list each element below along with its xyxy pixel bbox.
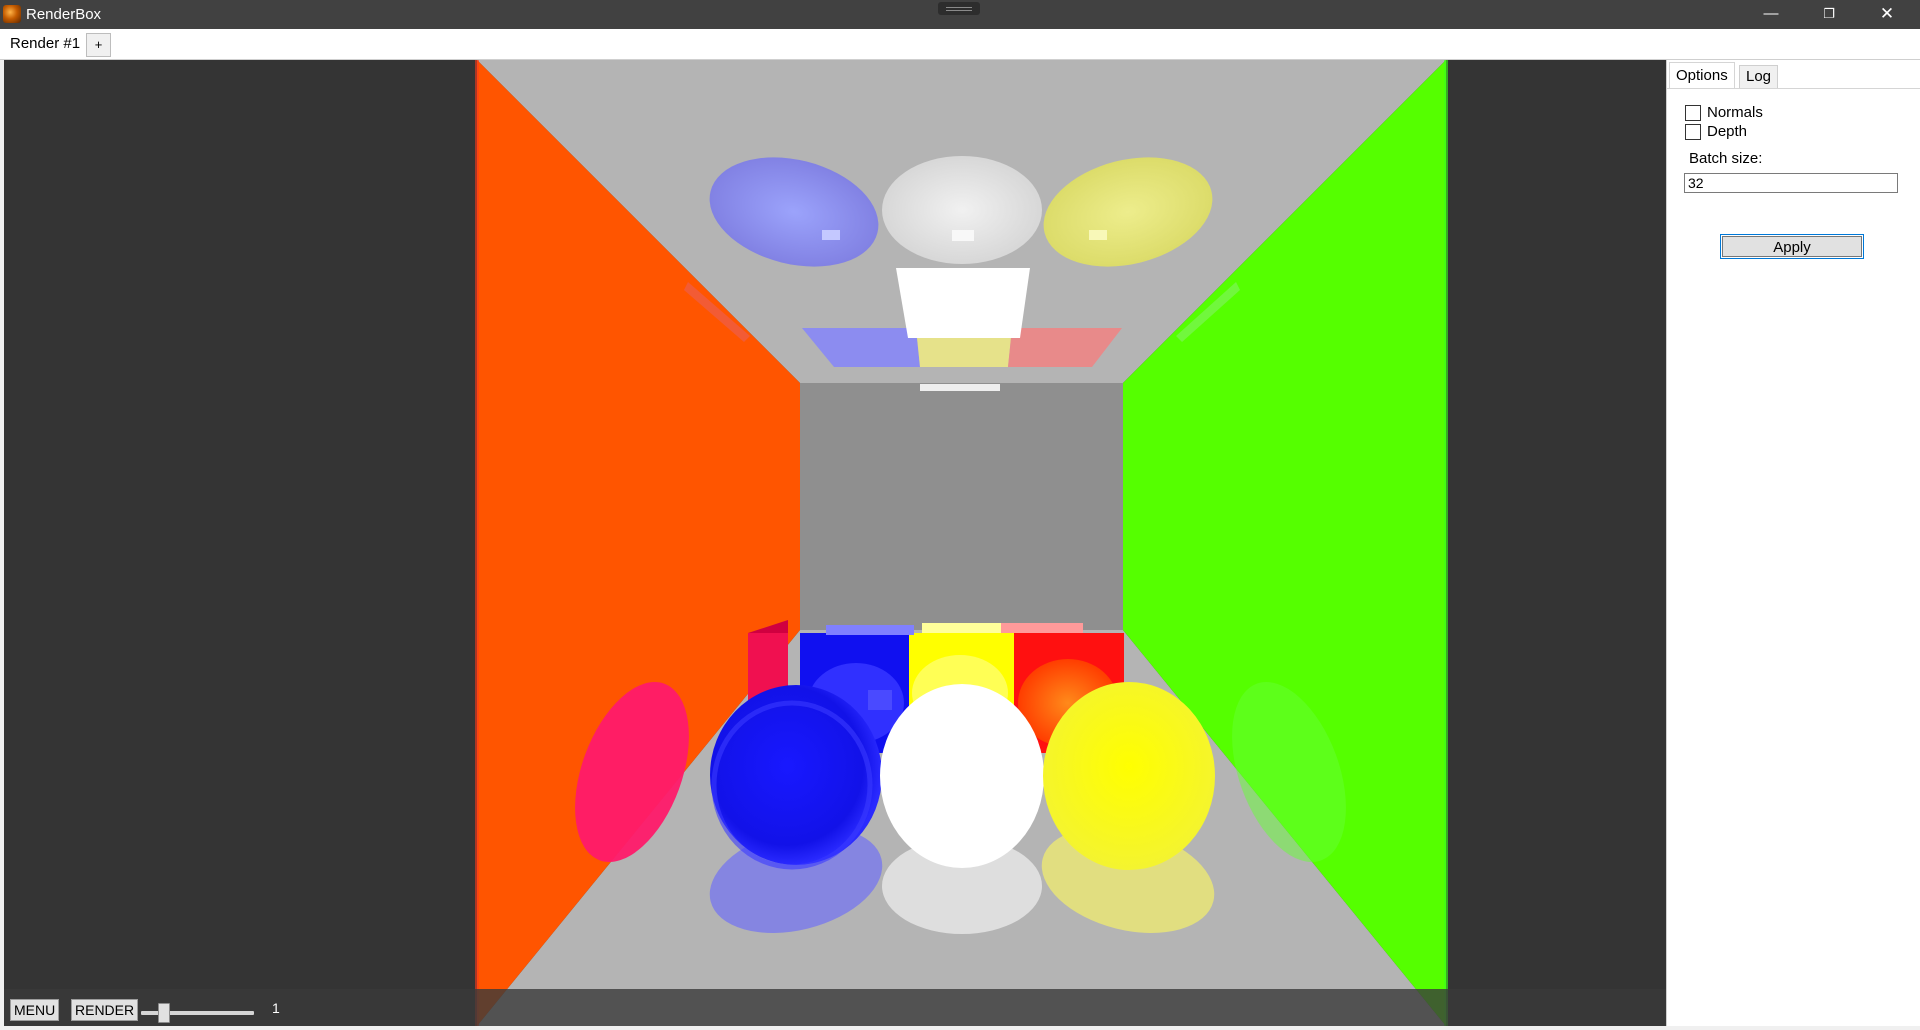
drag-handle[interactable] <box>938 2 980 15</box>
close-button[interactable]: ✕ <box>1858 0 1916 29</box>
title-bar[interactable]: RenderBox — ❐ ✕ <box>0 0 1920 29</box>
tab-render-1[interactable]: Render #1 <box>3 31 88 57</box>
tab-log[interactable]: Log <box>1739 65 1779 89</box>
window-title: RenderBox <box>26 6 102 23</box>
maximize-button[interactable]: ❐ <box>1800 0 1858 29</box>
batch-size-input[interactable] <box>1684 173 1898 193</box>
sample-slider-thumb[interactable] <box>158 1003 170 1023</box>
tab-options[interactable]: Options <box>1669 62 1735 88</box>
document-tab-bar: Render #1 + <box>0 29 1920 60</box>
normals-label: Normals <box>1707 104 1763 121</box>
app-icon <box>3 5 21 23</box>
render-button[interactable]: RENDER <box>71 999 139 1021</box>
batch-size-label: Batch size: <box>1689 150 1763 167</box>
back-wall <box>800 383 1123 630</box>
slider-value: 1 <box>272 1000 280 1016</box>
depth-label: Depth <box>1707 123 1748 140</box>
options-panel: Options Log Normals Depth Batch size: Ap… <box>1666 60 1920 1026</box>
depth-checkbox[interactable] <box>1685 124 1701 140</box>
tab-divider <box>1667 88 1920 89</box>
viewport-control-bar: MENU RENDER 1 <box>4 989 1666 1026</box>
menu-button[interactable]: MENU <box>10 999 60 1021</box>
rendered-scene <box>475 60 1448 1026</box>
add-tab-button[interactable]: + <box>86 33 111 57</box>
normals-checkbox[interactable] <box>1685 105 1701 121</box>
render-viewport[interactable]: MENU RENDER 1 <box>4 60 1666 1026</box>
minimize-button[interactable]: — <box>1742 0 1800 29</box>
apply-button[interactable]: Apply <box>1720 234 1864 259</box>
